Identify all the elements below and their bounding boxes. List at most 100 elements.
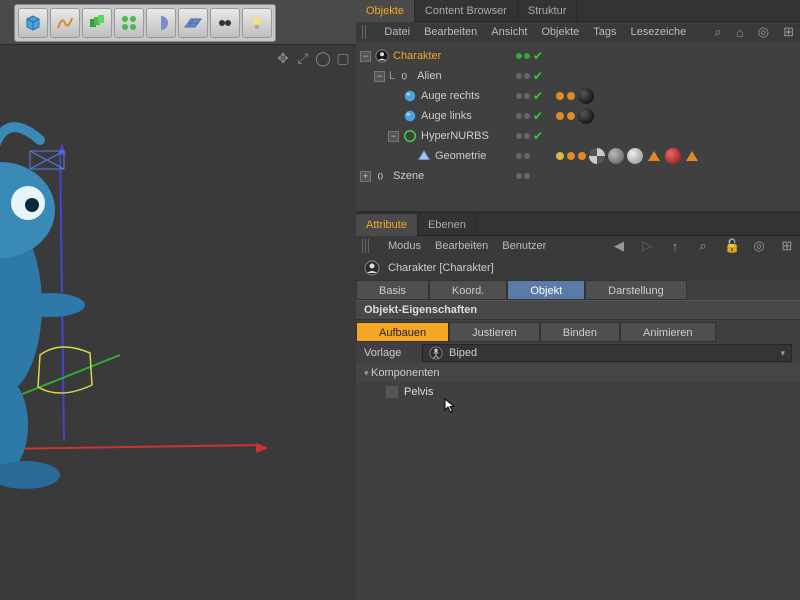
tag-row [556,86,800,106]
floor-tool[interactable] [178,8,208,38]
menu-datei[interactable]: Datei [384,26,410,38]
gold-tag[interactable] [556,152,564,160]
visibility-row[interactable]: ✔ [516,66,556,86]
tab-content-browser[interactable]: Content Browser [415,0,518,22]
expand-icon[interactable]: ⊞ [783,24,794,40]
menu-bearbeiten[interactable]: Bearbeiten [424,26,477,38]
tab-binden[interactable]: Binden [540,322,620,342]
menu-lesezeichen[interactable]: Lesezeiche [631,26,687,38]
tab-struktur[interactable]: Struktur [518,0,578,22]
attribute-tabs: Attribute Ebenen [356,214,800,236]
viewport-scene [0,45,356,600]
light-tool[interactable] [242,8,272,38]
expander-icon[interactable]: − [374,71,385,82]
objects-tabs: Objekte Content Browser Struktur [356,0,800,22]
components-header[interactable]: Komponenten [356,364,800,382]
visibility-row[interactable] [516,166,556,186]
tab-ebenen[interactable]: Ebenen [418,214,477,236]
menu-ansicht[interactable]: Ansicht [491,26,527,38]
tree-row-hypernurbs[interactable]: −HyperNURBS [356,126,516,146]
otri-tag[interactable] [684,148,700,164]
check-icon[interactable]: ✔ [532,129,544,143]
red-tag[interactable] [665,148,681,164]
cloner-tool[interactable] [114,8,144,38]
silver-tag[interactable] [627,148,643,164]
menu-objekte[interactable]: Objekte [541,26,579,38]
tree-row-szene[interactable]: +0Szene [356,166,516,186]
tab-aufbauen[interactable]: Aufbauen [356,322,449,342]
home-icon[interactable]: ⌂ [736,25,744,40]
tab-animieren[interactable]: Animieren [620,322,716,342]
otri-tag[interactable] [646,148,662,164]
tab-justieren[interactable]: Justieren [449,322,540,342]
tab-objekte[interactable]: Objekte [356,0,415,22]
tab-darstellung[interactable]: Darstellung [585,280,687,300]
lock-icon[interactable]: 🔓 [724,238,738,254]
expander-icon[interactable]: + [360,171,371,182]
tree-row-charakter[interactable]: −Charakter [356,46,516,66]
tab-attribute[interactable]: Attribute [356,214,418,236]
component-item[interactable]: Pelvis [356,382,800,402]
visibility-row[interactable]: ✔ [516,106,556,126]
attr-main-tabs: Basis Koord. Objekt Darstellung [356,280,800,300]
back-icon[interactable]: ◀ [612,238,626,254]
menu-bearbeiten2[interactable]: Bearbeiten [435,240,488,252]
cube-tool[interactable] [18,8,48,38]
check-icon[interactable]: ✔ [532,109,544,123]
objects-menu: Datei Bearbeiten Ansicht Objekte Tags Le… [356,22,800,42]
check-icon[interactable]: ✔ [532,49,544,63]
visibility-row[interactable]: ✔ [516,46,556,66]
black-tag[interactable] [578,108,594,124]
boole-tool[interactable] [146,8,176,38]
tree-row-auge-rechts[interactable]: Auge rechts [356,86,516,106]
orange-tag[interactable] [556,112,564,120]
spline-tool[interactable] [50,8,80,38]
tree-row-geometrie[interactable]: Geometrie [356,146,516,166]
menu-tags[interactable]: Tags [593,26,616,38]
eye-icon[interactable]: ◎ [758,24,769,40]
node-label: Alien [417,70,441,82]
vp-move-icon[interactable]: ✥ [276,51,290,65]
tab-objekt[interactable]: Objekt [507,280,585,300]
menu-benutzer[interactable]: Benutzer [502,240,546,252]
grip-icon[interactable] [362,239,370,253]
tab-basis[interactable]: Basis [356,280,429,300]
checker-tag[interactable] [589,148,605,164]
grey-tag[interactable] [608,148,624,164]
grip-icon[interactable] [362,25,366,39]
search-icon[interactable]: ⌕ [714,24,722,40]
check-icon[interactable]: ✔ [532,89,544,103]
black-tag[interactable] [578,88,594,104]
viewport[interactable]: ✥ ⤢ ◯ ▢ [0,44,356,600]
tree-row-auge-links[interactable]: Auge links [356,106,516,126]
orange-tag[interactable] [556,92,564,100]
tab-koord[interactable]: Koord. [429,280,507,300]
array-tool[interactable] [82,8,112,38]
vp-home-icon[interactable]: ⤢ [296,51,310,65]
orange-tag[interactable] [567,92,575,100]
tree-row-alien[interactable]: −L0Alien [356,66,516,86]
vp-max-icon[interactable]: ▢ [336,51,350,65]
visibility-row[interactable]: ✔ [516,86,556,106]
search2-icon[interactable]: ⌕ [696,238,710,254]
orange-tag[interactable] [567,112,575,120]
visibility-row[interactable] [516,146,556,166]
right-panels: Objekte Content Browser Struktur Datei B… [356,0,800,600]
orange-tag[interactable] [578,152,586,160]
new-icon[interactable]: ◎ [752,238,766,254]
viewport-nav-icons: ✥ ⤢ ◯ ▢ [276,51,350,65]
template-combo[interactable]: Biped [422,344,792,362]
orange-tag[interactable] [567,152,575,160]
menu-modus[interactable]: Modus [388,240,421,252]
attr-sub-tabs: Aufbauen Justieren Binden Animieren [356,322,800,342]
expander-icon[interactable]: − [360,51,371,62]
visibility-row[interactable]: ✔ [516,126,556,146]
fwd-icon[interactable]: ▷ [640,238,654,254]
expander-icon[interactable]: − [388,131,399,142]
camera-tool[interactable] [210,8,240,38]
expand2-icon[interactable]: ⊞ [780,238,794,254]
check-icon[interactable]: ✔ [532,69,544,83]
poly-icon [417,149,431,163]
vp-frame-icon[interactable]: ◯ [316,51,330,65]
up-icon[interactable]: ↑ [668,239,682,254]
